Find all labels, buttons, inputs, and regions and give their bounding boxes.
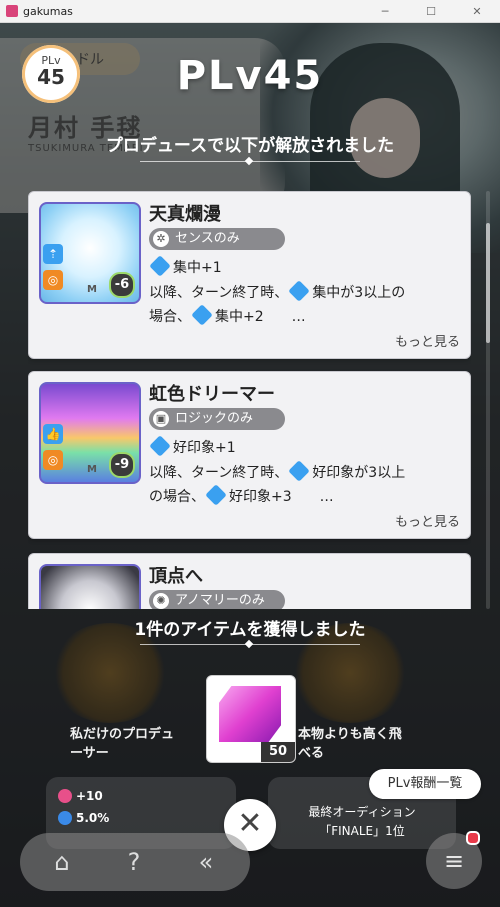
sense-plan-icon: ◎ [43, 270, 63, 290]
plan-tag: ✲ センスのみ [149, 228, 285, 250]
concentration-icon [288, 279, 311, 302]
plan-tag-label: ロジックのみ [175, 411, 254, 426]
desc-ellipsis: … [291, 309, 306, 325]
desc-effect: 好印象が3以上 [312, 464, 406, 481]
stat-row-2: 5.0% [58, 811, 109, 825]
concentration-icon: ⇡ [43, 244, 63, 264]
desc-line-1: 好印象+1 [149, 435, 465, 461]
window-title: gakumas [23, 4, 73, 18]
good-impression-icon [205, 484, 227, 506]
logic-plan-icon: ◎ [43, 450, 63, 470]
bottom-nav: ⌂ ? « [20, 833, 250, 891]
card-description: 好印象+1 以降、ターン終了時、 好印象が3以上 の場合、 好印象+3 … [149, 435, 465, 510]
concentration-icon [149, 255, 171, 277]
card-description: 集中+1 以降、ターン終了時、 集中が3以上の 場合、 集中+2 … [149, 255, 465, 330]
desc-line-3: 場合、 集中+2 … [149, 304, 465, 330]
desc-effect: 集中が3以上の [312, 284, 406, 301]
card-cost: -6 [109, 272, 135, 298]
card-title: 頂点へ [149, 566, 203, 587]
see-more-link[interactable]: もっと見る [395, 511, 460, 530]
desc-effect: 好印象+3 [229, 489, 292, 505]
skill-card[interactable]: ⇡ ◎ M -6 天真爛漫 ✲ センスのみ 集中+1 以降、ターン終了時、 集中が… [28, 191, 471, 359]
card-cost: -9 [109, 452, 135, 478]
card-rarity-mark: M [87, 464, 97, 475]
stat-value: 5.0% [76, 811, 110, 825]
desc-effect: 集中+2 [215, 309, 264, 325]
achievement-label-left: 私だけのプロデューサー [70, 727, 175, 761]
desc-text: の場合、 [149, 489, 205, 505]
pink-crystal-icon [219, 686, 281, 742]
close-window-icon[interactable]: ✕ [454, 5, 500, 18]
desc-line-3: の場合、 好印象+3 … [149, 484, 465, 510]
plv-title: PLv45 [176, 53, 324, 99]
stat-row-1: +10 [58, 789, 103, 803]
plv-rewards-button[interactable]: PLv報酬一覧 [369, 769, 481, 799]
card-list-scroll-thumb[interactable] [486, 223, 490, 343]
final-line-2: 「FINALE」1位 [319, 824, 405, 838]
good-impression-icon [149, 435, 171, 457]
skill-card[interactable]: 👍 ◎ M -9 虹色ドリーマー ▣ ロジックのみ 好印象+1 以降、ターン終了… [28, 371, 471, 539]
logic-icon: ▣ [153, 411, 169, 427]
skill-card-art: ⇡ ◎ M -6 [39, 202, 141, 304]
good-impression-icon [288, 459, 311, 482]
anomaly-icon: ✺ [153, 593, 169, 609]
game-viewport: ドル 月村 手毬 TSUKIMURA TEMARI PLv 45 PLv45 プ… [0, 23, 500, 907]
skill-card-art: 👍 ◎ M -9 [39, 382, 141, 484]
plan-tag: ▣ ロジックのみ [149, 408, 285, 430]
see-more-link[interactable]: もっと見る [395, 331, 460, 350]
item-count: 50 [261, 742, 295, 762]
plan-tag-label: アノマリーのみ [175, 593, 265, 608]
desc-line-2: 以降、ターン終了時、 好印象が3以上 [149, 459, 465, 486]
minimize-icon[interactable]: ─ [362, 5, 408, 18]
desc-effect: 好印象+1 [173, 440, 236, 456]
window-titlebar: gakumas ─ ☐ ✕ [0, 0, 500, 23]
notification-dot [466, 831, 480, 845]
card-title: 天真爛漫 [149, 204, 221, 225]
concentration-icon [191, 304, 213, 326]
dance-icon [58, 811, 72, 825]
acquired-heading: 1件のアイテムを獲得しました [134, 620, 366, 640]
desc-line-2: 以降、ターン終了時、 集中が3以上の [149, 279, 465, 306]
unlock-heading: プロデュースで以下が解放されました [105, 136, 395, 156]
card-rarity-mark: M [87, 284, 97, 295]
achievement-label-right: 本物よりも高く飛べる [298, 727, 402, 761]
home-icon[interactable]: ⌂ [44, 847, 80, 877]
acquired-item[interactable]: 50 [206, 675, 296, 763]
help-icon[interactable]: ? [116, 847, 152, 877]
unlocked-card-list[interactable]: ⇡ ◎ M -6 天真爛漫 ✲ センスのみ 集中+1 以降、ターン終了時、 集中が… [28, 191, 471, 609]
unlock-divider [140, 161, 360, 162]
desc-text: 以降、ターン終了時、 [149, 284, 289, 301]
vocal-icon [58, 789, 72, 803]
skill-card[interactable]: 頂点へ ✺ アノマリーのみ [28, 553, 471, 609]
card-title: 虹色ドリーマー [149, 384, 275, 405]
desc-ellipsis: … [319, 489, 334, 505]
desc-line-1: 集中+1 [149, 255, 465, 281]
maximize-icon[interactable]: ☐ [408, 5, 454, 18]
back-icon[interactable]: « [188, 847, 224, 877]
stat-value: +10 [76, 789, 103, 803]
good-impression-icon: 👍 [43, 424, 63, 444]
sense-icon: ✲ [153, 231, 169, 247]
app-icon [6, 5, 18, 17]
plan-tag: ✺ アノマリーのみ [149, 590, 285, 609]
window-controls: ─ ☐ ✕ [362, 5, 500, 18]
final-line-1: 最終オーディション [308, 805, 416, 819]
desc-text: 場合、 [149, 309, 191, 325]
plan-tag-label: センスのみ [175, 231, 240, 246]
acquired-divider [140, 644, 360, 645]
desc-text: 以降、ターン終了時、 [149, 464, 289, 481]
desc-effect: 集中+1 [173, 260, 222, 276]
skill-card-art [39, 564, 141, 609]
